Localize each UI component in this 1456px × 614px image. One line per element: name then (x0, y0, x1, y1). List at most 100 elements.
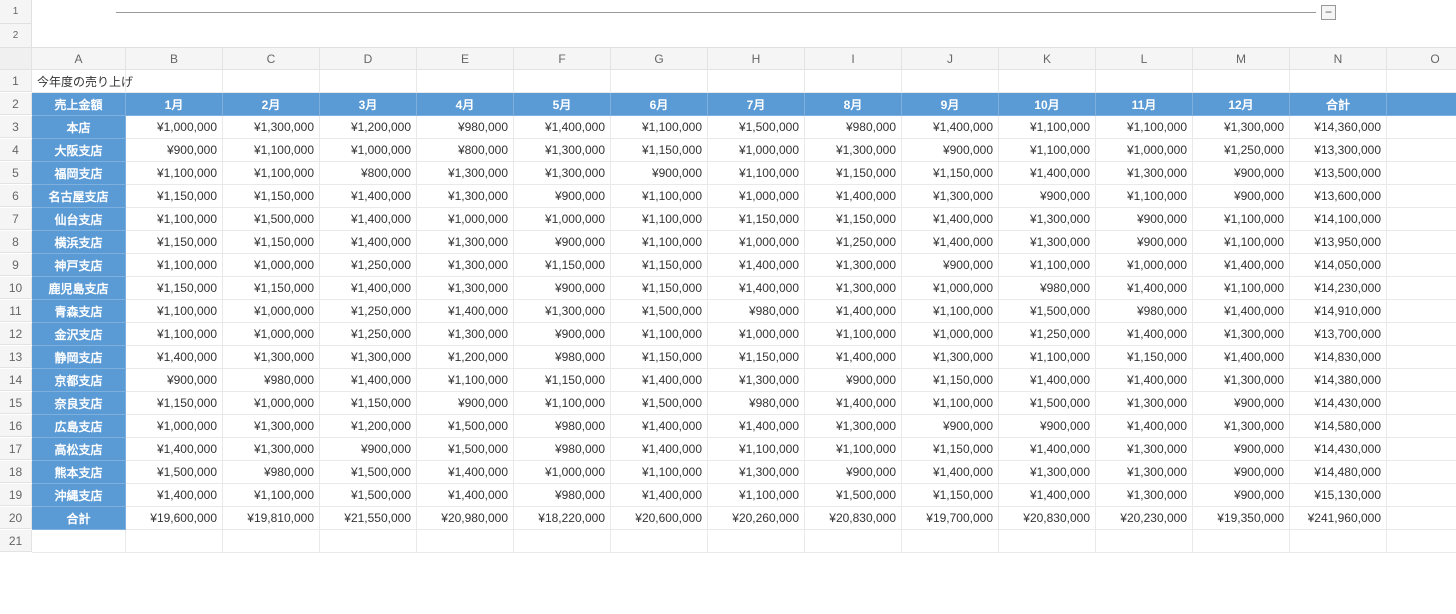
data-r14-c9[interactable]: ¥1,400,000 (999, 438, 1096, 461)
col-header-B[interactable]: B (126, 48, 223, 70)
data-r6-c9[interactable]: ¥1,100,000 (999, 254, 1096, 277)
cell-r16-cO[interactable] (1387, 415, 1456, 438)
data-r10-c8[interactable]: ¥1,300,000 (902, 346, 999, 369)
row-header-2[interactable]: 2 (0, 93, 32, 115)
col-header-G[interactable]: G (611, 48, 708, 70)
data-r6-c2[interactable]: ¥1,250,000 (320, 254, 417, 277)
row-header-8[interactable]: 8 (0, 231, 32, 253)
hdr-0[interactable]: 売上金額 (32, 93, 126, 116)
data-r4-c2[interactable]: ¥1,400,000 (320, 208, 417, 231)
data-r2-c1[interactable]: ¥1,100,000 (223, 162, 320, 185)
data-r13-c11[interactable]: ¥1,300,000 (1193, 415, 1290, 438)
data-r1-c0[interactable]: ¥900,000 (126, 139, 223, 162)
cell-r1-c3[interactable] (320, 70, 417, 93)
hdr-12[interactable]: 12月 (1193, 93, 1290, 116)
data-r11-c4[interactable]: ¥1,150,000 (514, 369, 611, 392)
row-label-10[interactable]: 静岡支店 (32, 346, 126, 369)
row-header-5[interactable]: 5 (0, 162, 32, 184)
data-r7-c1[interactable]: ¥1,150,000 (223, 277, 320, 300)
data-r10-c3[interactable]: ¥1,200,000 (417, 346, 514, 369)
data-r5-c3[interactable]: ¥1,300,000 (417, 231, 514, 254)
data-r8-c0[interactable]: ¥1,100,000 (126, 300, 223, 323)
data-r6-c0[interactable]: ¥1,100,000 (126, 254, 223, 277)
col-header-E[interactable]: E (417, 48, 514, 70)
data-r2-c5[interactable]: ¥900,000 (611, 162, 708, 185)
data-r13-c4[interactable]: ¥980,000 (514, 415, 611, 438)
data-r9-c8[interactable]: ¥1,000,000 (902, 323, 999, 346)
row-label-1[interactable]: 大阪支店 (32, 139, 126, 162)
data-r11-c7[interactable]: ¥900,000 (805, 369, 902, 392)
data-r3-c0[interactable]: ¥1,150,000 (126, 185, 223, 208)
data-r17-c11[interactable]: ¥19,350,000 (1193, 507, 1290, 530)
hdr-1[interactable]: 1月 (126, 93, 223, 116)
data-r8-c1[interactable]: ¥1,000,000 (223, 300, 320, 323)
data-r4-c4[interactable]: ¥1,000,000 (514, 208, 611, 231)
row-label-13[interactable]: 広島支店 (32, 415, 126, 438)
data-r5-c9[interactable]: ¥1,300,000 (999, 231, 1096, 254)
data-r5-c10[interactable]: ¥900,000 (1096, 231, 1193, 254)
data-r5-c6[interactable]: ¥1,000,000 (708, 231, 805, 254)
data-r0-c12[interactable]: ¥14,360,000 (1290, 116, 1387, 139)
data-r7-c0[interactable]: ¥1,150,000 (126, 277, 223, 300)
cell-r21-c4[interactable] (417, 530, 514, 553)
data-r4-c6[interactable]: ¥1,150,000 (708, 208, 805, 231)
data-r10-c12[interactable]: ¥14,830,000 (1290, 346, 1387, 369)
data-r10-c10[interactable]: ¥1,150,000 (1096, 346, 1193, 369)
data-r16-c11[interactable]: ¥900,000 (1193, 484, 1290, 507)
data-r10-c0[interactable]: ¥1,400,000 (126, 346, 223, 369)
data-r0-c8[interactable]: ¥1,400,000 (902, 116, 999, 139)
hdr-6[interactable]: 6月 (611, 93, 708, 116)
col-header-J[interactable]: J (902, 48, 999, 70)
data-r7-c5[interactable]: ¥1,150,000 (611, 277, 708, 300)
data-r10-c5[interactable]: ¥1,150,000 (611, 346, 708, 369)
cell-r14-cO[interactable] (1387, 369, 1456, 392)
cell-r8-cO[interactable] (1387, 231, 1456, 254)
data-r17-c8[interactable]: ¥19,700,000 (902, 507, 999, 530)
outline-level-2[interactable]: 2 (0, 24, 31, 48)
data-r14-c4[interactable]: ¥980,000 (514, 438, 611, 461)
data-r14-c0[interactable]: ¥1,400,000 (126, 438, 223, 461)
data-r8-c3[interactable]: ¥1,400,000 (417, 300, 514, 323)
data-r16-c3[interactable]: ¥1,400,000 (417, 484, 514, 507)
row-label-4[interactable]: 仙台支店 (32, 208, 126, 231)
data-r12-c1[interactable]: ¥1,000,000 (223, 392, 320, 415)
data-r1-c6[interactable]: ¥1,000,000 (708, 139, 805, 162)
cell-r9-cO[interactable] (1387, 254, 1456, 277)
data-r9-c4[interactable]: ¥900,000 (514, 323, 611, 346)
data-r2-c2[interactable]: ¥800,000 (320, 162, 417, 185)
data-r17-c6[interactable]: ¥20,260,000 (708, 507, 805, 530)
row-header-1[interactable]: 1 (0, 70, 32, 92)
data-r4-c8[interactable]: ¥1,400,000 (902, 208, 999, 231)
data-r15-c7[interactable]: ¥900,000 (805, 461, 902, 484)
data-r8-c9[interactable]: ¥1,500,000 (999, 300, 1096, 323)
row-header-7[interactable]: 7 (0, 208, 32, 230)
data-r9-c10[interactable]: ¥1,400,000 (1096, 323, 1193, 346)
data-r9-c3[interactable]: ¥1,300,000 (417, 323, 514, 346)
data-r15-c0[interactable]: ¥1,500,000 (126, 461, 223, 484)
data-r12-c7[interactable]: ¥1,400,000 (805, 392, 902, 415)
row-header-14[interactable]: 14 (0, 369, 32, 391)
cell-r21-c10[interactable] (999, 530, 1096, 553)
data-r5-c1[interactable]: ¥1,150,000 (223, 231, 320, 254)
col-header-A[interactable]: A (32, 48, 126, 70)
hdr-9[interactable]: 9月 (902, 93, 999, 116)
data-r7-c12[interactable]: ¥14,230,000 (1290, 277, 1387, 300)
hdr-7[interactable]: 7月 (708, 93, 805, 116)
data-r16-c2[interactable]: ¥1,500,000 (320, 484, 417, 507)
data-r7-c4[interactable]: ¥900,000 (514, 277, 611, 300)
data-r0-c7[interactable]: ¥980,000 (805, 116, 902, 139)
data-r10-c6[interactable]: ¥1,150,000 (708, 346, 805, 369)
data-r1-c12[interactable]: ¥13,300,000 (1290, 139, 1387, 162)
data-r13-c0[interactable]: ¥1,000,000 (126, 415, 223, 438)
data-r12-c3[interactable]: ¥900,000 (417, 392, 514, 415)
data-r15-c6[interactable]: ¥1,300,000 (708, 461, 805, 484)
data-r14-c5[interactable]: ¥1,400,000 (611, 438, 708, 461)
data-r8-c4[interactable]: ¥1,300,000 (514, 300, 611, 323)
row-header-15[interactable]: 15 (0, 392, 32, 414)
col-header-H[interactable]: H (708, 48, 805, 70)
data-r6-c5[interactable]: ¥1,150,000 (611, 254, 708, 277)
cell-r15-cO[interactable] (1387, 392, 1456, 415)
cell-r1-c11[interactable] (1096, 70, 1193, 93)
data-r4-c7[interactable]: ¥1,150,000 (805, 208, 902, 231)
data-r13-c8[interactable]: ¥900,000 (902, 415, 999, 438)
